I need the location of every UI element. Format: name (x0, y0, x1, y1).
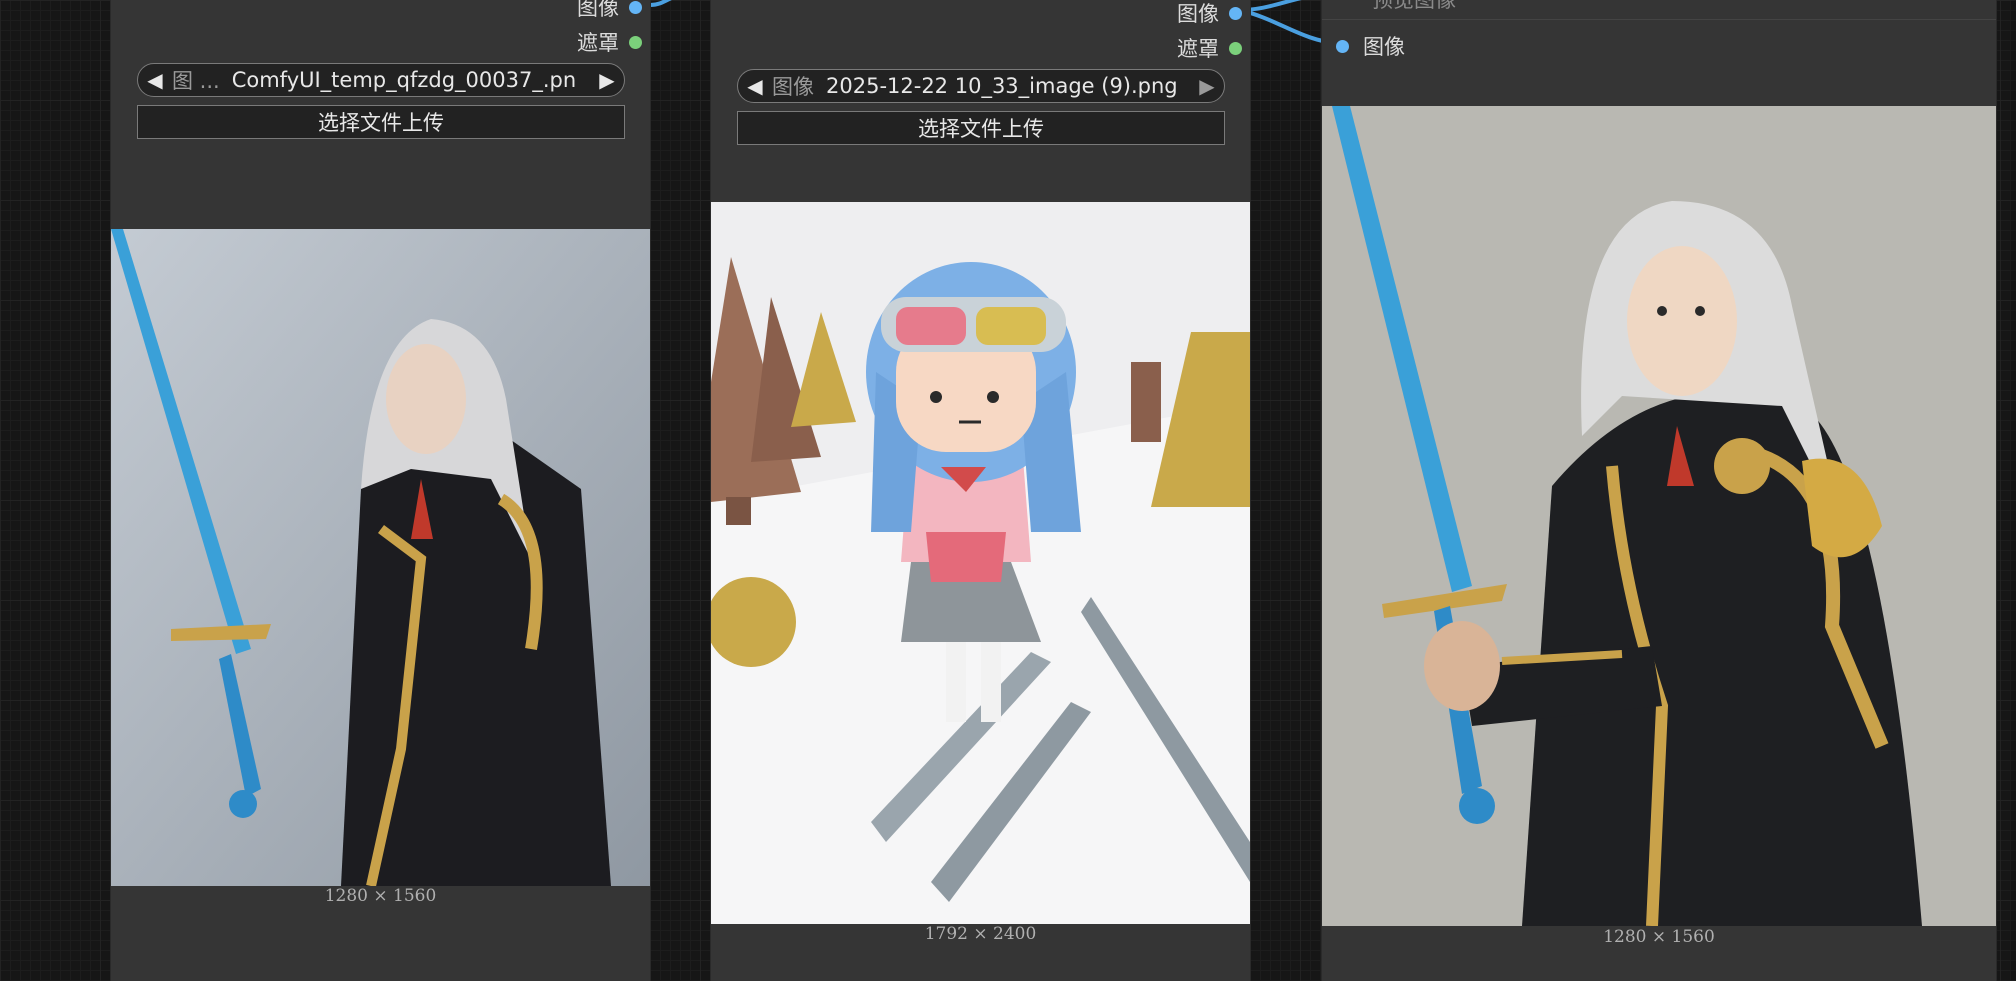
combo-value: 2025-12-22 10_33_image (9).png (826, 74, 1176, 98)
combo-value: ComfyUI_temp_qfzdg_00037_.png (231, 68, 576, 92)
output-mask-label: 遮罩 (1177, 37, 1219, 61)
preview-image-node[interactable]: 预览图像 图像 1280 × 1560 (1322, 0, 1996, 981)
input-image[interactable]: 图像 (1336, 31, 1405, 61)
image-socket-icon[interactable] (1336, 39, 1349, 53)
image-dimensions: 1280 × 1560 (1603, 927, 1715, 947)
combo-label: 图像 (772, 75, 814, 99)
input-image-label: 图像 (1363, 35, 1405, 59)
load-image-node-2[interactable]: 图像 遮罩 ◀ 图像 2025-12-22 10_33_image (9).pn… (711, 0, 1250, 981)
prev-arrow-icon[interactable]: ◀ (138, 68, 172, 92)
mask-socket-icon[interactable] (1229, 41, 1242, 55)
upload-button[interactable]: 选择文件上传 (737, 111, 1225, 145)
node-title-partial: 预览图像 (1372, 0, 1456, 12)
mask-socket-icon[interactable] (629, 35, 642, 49)
image-select-combo[interactable]: ◀ 图 ... ComfyUI_temp_qfzdg_00037_.png ▶ (137, 63, 625, 97)
skier-figure-image (711, 202, 1250, 924)
output-mask-label: 遮罩 (577, 31, 619, 55)
image-preview (1322, 106, 1996, 926)
output-image[interactable]: 图像 (577, 0, 642, 20)
load-image-node-1[interactable]: 图像 遮罩 ◀ 图 ... ComfyUI_temp_qfzdg_00037_.… (111, 0, 650, 981)
output-mask[interactable]: 遮罩 (1177, 35, 1242, 61)
image-preview (711, 202, 1250, 924)
output-mask[interactable]: 遮罩 (577, 29, 642, 55)
prev-arrow-icon[interactable]: ◀ (738, 74, 772, 98)
upload-button[interactable]: 选择文件上传 (137, 105, 625, 139)
combo-label: 图 ... (172, 69, 220, 93)
image-preview (111, 229, 650, 886)
image-socket-icon[interactable] (1229, 6, 1242, 20)
output-image-label: 图像 (1177, 2, 1219, 26)
output-image[interactable]: 图像 (1177, 0, 1242, 26)
output-image-label: 图像 (577, 0, 619, 20)
image-select-combo[interactable]: ◀ 图像 2025-12-22 10_33_image (9).png ▶ (737, 69, 1225, 103)
image-dimensions: 1792 × 2400 (924, 924, 1037, 944)
image-dimensions: 1280 × 1560 (324, 886, 437, 906)
cosplay-photo-image (111, 229, 650, 886)
image-socket-icon[interactable] (629, 0, 642, 14)
rendered-figure-image (1322, 106, 1996, 926)
next-arrow-icon[interactable]: ▶ (590, 68, 624, 92)
next-arrow-icon[interactable]: ▶ (1190, 74, 1224, 98)
